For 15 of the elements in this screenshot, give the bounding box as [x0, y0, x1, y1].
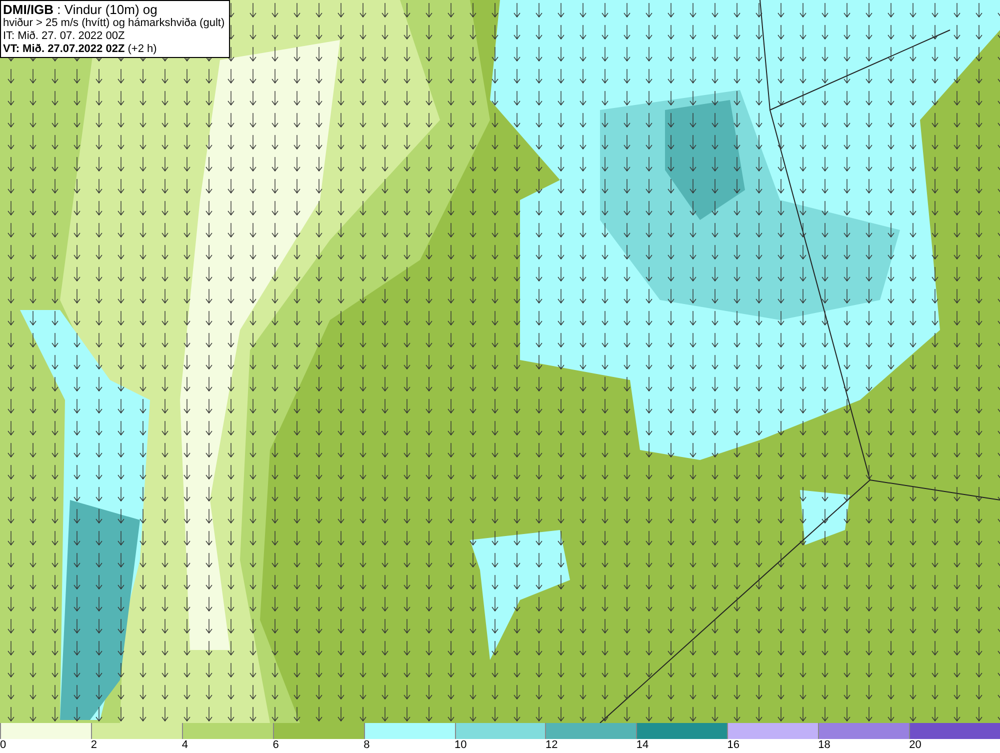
title-line: IT: Mið. 27. 07. 2022 00Z	[3, 30, 126, 43]
legend-label: 0	[0, 739, 6, 752]
legend-label: 12	[545, 739, 558, 752]
legend-label: 6	[272, 739, 279, 752]
legend-label: 20	[909, 739, 922, 752]
title-line: DMI/IGB : Vindur (10m) og	[3, 2, 158, 17]
legend-label: 10	[454, 739, 467, 752]
title-line: VT: Mið. 27.07.2022 02Z (+2 h)	[3, 43, 158, 56]
legend-label: 16	[727, 739, 740, 752]
legend-label: 18	[818, 739, 830, 752]
legend-label: 4	[182, 739, 188, 752]
title-line: hviður > 25 m/s (hvítt) og hámarkshviða (gult)	[3, 17, 226, 30]
legend-label: 2	[90, 739, 98, 752]
legend-label: 8	[364, 739, 370, 752]
legend-label: 14	[636, 739, 649, 752]
